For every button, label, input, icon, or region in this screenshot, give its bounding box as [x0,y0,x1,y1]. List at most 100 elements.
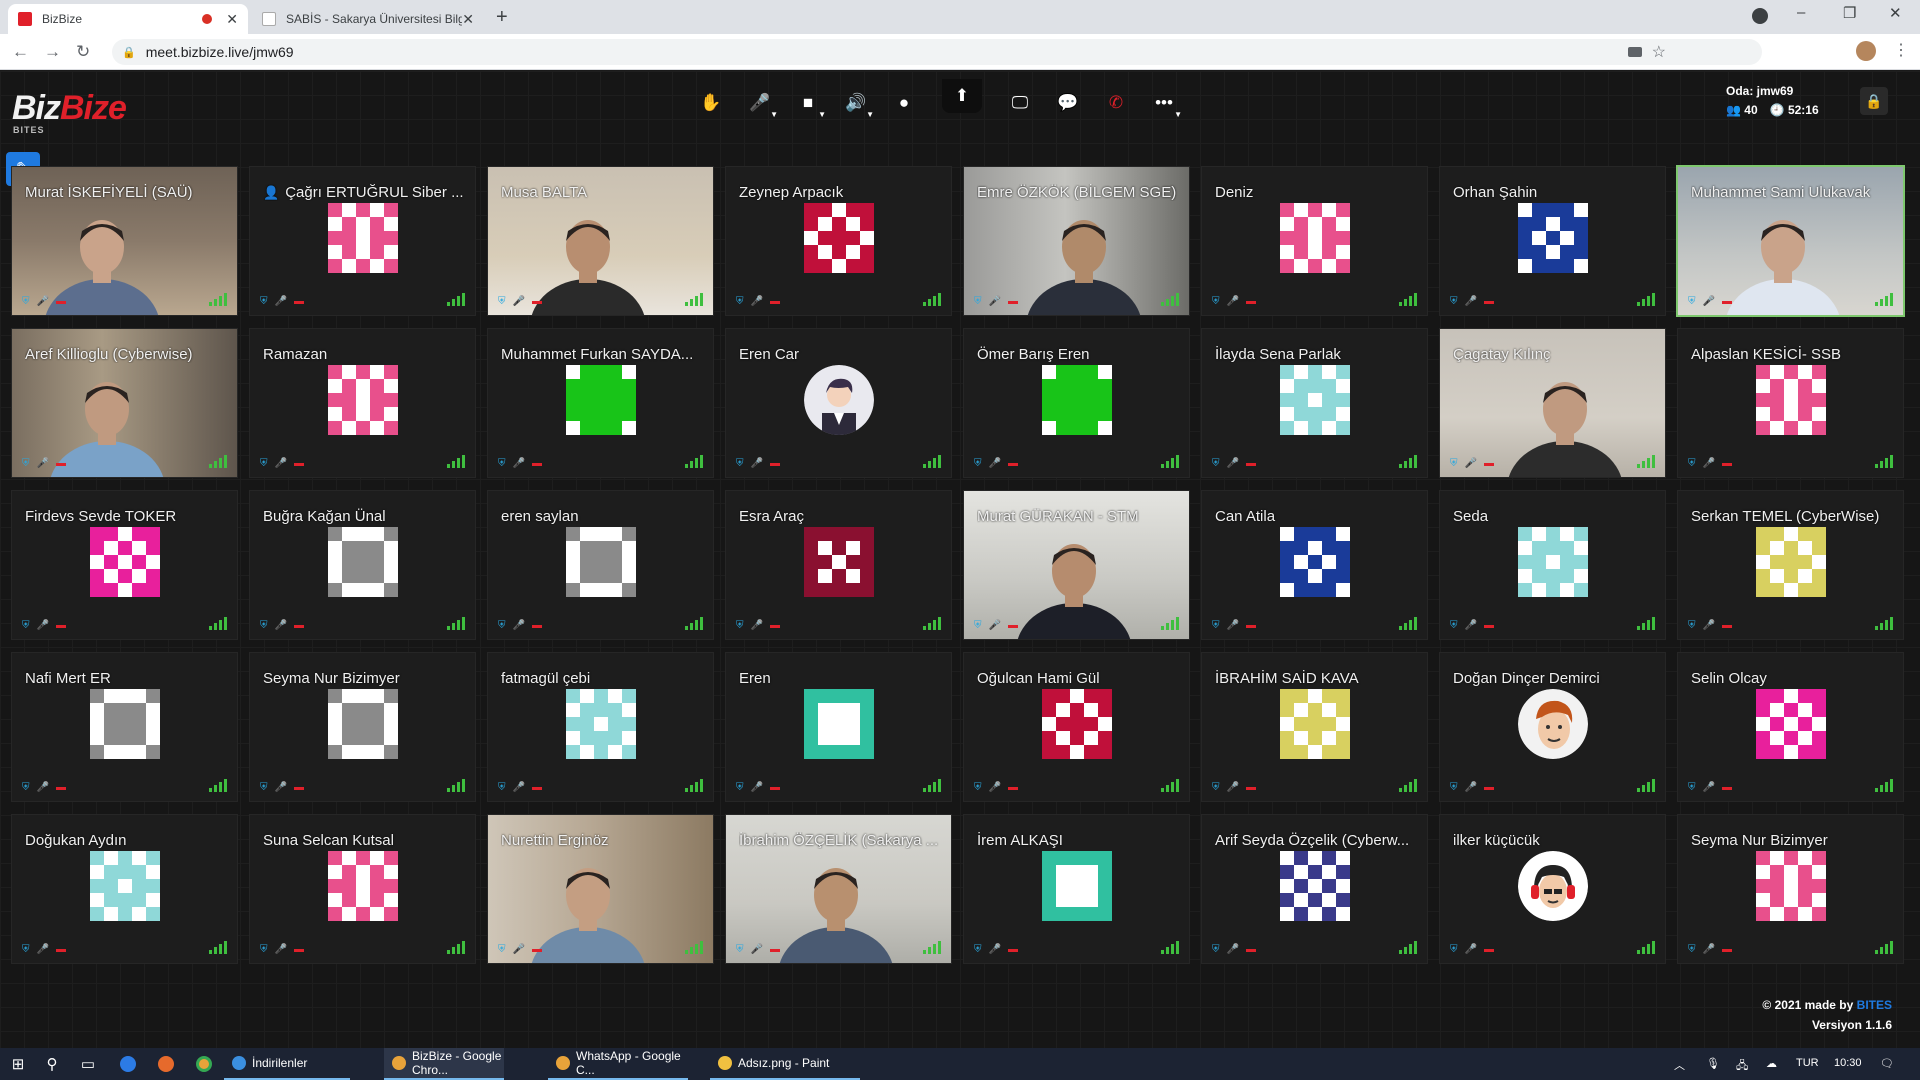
participant-tile[interactable]: Buğra Kağan Ünal ⛨ 🎤 ▬ [249,490,476,640]
mic-off-icon[interactable]: 🎤 [513,296,525,307]
lock-room-button[interactable]: 🔒 [1860,87,1888,115]
tab-bizbize[interactable]: BizBize ✕ [8,4,248,34]
camera-off-icon[interactable]: ▬ [532,782,542,793]
camera-off-icon[interactable]: ▬ [532,620,542,631]
participant-tile[interactable]: Muhammet Furkan SAYDA... ⛨ 🎤 ▬ [487,328,714,478]
participant-tile[interactable]: Seda ⛨ 🎤 ▬ [1439,490,1666,640]
camera-off-icon[interactable]: ▬ [1722,458,1732,469]
mic-off-icon[interactable]: 🎤 [751,782,763,793]
mic-off-icon[interactable]: 🎤 [989,296,1001,307]
participant-tile[interactable]: Çagatay Kılınç ⛨ 🎤 ▬ [1439,328,1666,478]
mic-off-icon[interactable]: 🎤 [989,620,1001,631]
mic-off-icon[interactable]: 🎤 [1703,944,1715,955]
mic-off-icon[interactable]: 🎤 [1703,458,1715,469]
participant-tile[interactable]: Nurettin Erginöz ⛨ 🎤 ▬ [487,814,714,964]
url-input[interactable]: 🔒 meet.bizbize.live/jmw69 ☆ [112,39,1762,65]
camera-off-icon[interactable]: ▬ [1246,620,1256,631]
collapse-toolbar-button[interactable]: ⬆ [942,79,982,113]
camera-off-icon[interactable]: ▬ [56,944,66,955]
camera-off-icon[interactable]: ▬ [1722,782,1732,793]
mic-off-icon[interactable]: 🎤 [1703,296,1715,307]
camera-off-icon[interactable]: ▬ [294,782,304,793]
participant-tile[interactable]: Aref Killioglu (Cyberwise) ⛨ 🎤 ▬ [11,328,238,478]
camera-off-icon[interactable]: ▬ [770,782,780,793]
dropdown-caret-icon[interactable]: ▼ [866,110,874,119]
participant-tile[interactable]: Doğukan Aydın ⛨ 🎤 ▬ [11,814,238,964]
taskbar-app[interactable]: Adsız.png - Paint [710,1048,860,1080]
camera-off-icon[interactable]: ▬ [1008,620,1018,631]
tab-close-icon[interactable]: ✕ [462,11,474,28]
participant-tile[interactable]: eren saylan ⛨ 🎤 ▬ [487,490,714,640]
participant-tile[interactable]: Firdevs Sevde TOKER ⛨ 🎤 ▬ [11,490,238,640]
windows-start-icon[interactable]: ⊞ [8,1054,28,1074]
camera-off-icon[interactable]: ▬ [1722,296,1732,307]
mic-off-icon[interactable]: 🎤 [275,944,287,955]
mic-off-icon[interactable]: 🎤 [751,944,763,955]
participant-tile[interactable]: Emre ÖZKÖK (BİLGEM SGE) ⛨ 🎤 ▬ [963,166,1190,316]
mic-off-icon[interactable]: 🎤 [1465,944,1477,955]
maximize-button[interactable]: ❐ [1843,4,1856,22]
taskbar-app[interactable]: BizBize - Google Chro... [384,1048,504,1080]
camera-off-icon[interactable]: ▬ [532,944,542,955]
mic-off-icon[interactable]: 🎤 [275,782,287,793]
participant-tile[interactable]: Murat İSKEFİYELİ (SAÜ) ⛨ 🎤 ▬ [11,166,238,316]
reload-icon[interactable]: ↻ [76,42,90,62]
participant-tile[interactable]: İrem ALKAŞI ⛨ 🎤 ▬ [963,814,1190,964]
camera-off-icon[interactable]: ▬ [1484,782,1494,793]
mic-off-icon[interactable]: 🎤 [1227,944,1239,955]
participant-tile[interactable]: İbrahim ÖZÇELİK (Sakarya ... ⛨ 🎤 ▬ [725,814,952,964]
mic-off-icon[interactable]: 🎤 [989,782,1001,793]
camera-off-icon[interactable]: ▬ [1008,944,1018,955]
network-icon[interactable]: 🖧 [1736,1057,1748,1076]
participant-tile[interactable]: Oğulcan Hami Gül ⛨ 🎤 ▬ [963,652,1190,802]
microphone-icon[interactable]: 🎙 [1706,1057,1720,1070]
camera-button[interactable]: ■ ▼ [788,85,828,121]
firefox-icon[interactable] [156,1054,176,1074]
participant-tile[interactable]: Doğan Dinçer Demirci ⛨ 🎤 ▬ [1439,652,1666,802]
participant-tile[interactable]: Selin Olcay ⛨ 🎤 ▬ [1677,652,1904,802]
mic-off-icon[interactable]: 🎤 [1227,458,1239,469]
mic-off-icon[interactable]: 🎤 [1465,296,1477,307]
taskbar-app[interactable]: WhatsApp - Google C... [548,1048,688,1080]
participant-tile[interactable]: Deniz ⛨ 🎤 ▬ [1201,166,1428,316]
notifications-icon[interactable]: 🗨 [1880,1057,1894,1070]
tab-sabis[interactable]: SABİS - Sakarya Üniversitesi Bilgi ✕ [252,4,484,34]
participant-tile[interactable]: Zeynep Arpacık ⛨ 🎤 ▬ [725,166,952,316]
dropdown-caret-icon[interactable]: ▼ [770,110,778,119]
forward-icon[interactable]: → [44,42,61,62]
participant-tile[interactable]: Orhan Şahin ⛨ 🎤 ▬ [1439,166,1666,316]
mic-off-icon[interactable]: 🎤 [1227,296,1239,307]
participant-tile[interactable]: Nafi Mert ER ⛨ 🎤 ▬ [11,652,238,802]
participant-tile[interactable]: Serkan TEMEL (CyberWise) ⛨ 🎤 ▬ [1677,490,1904,640]
mic-off-icon[interactable]: 🎤 [989,458,1001,469]
mic-muted-button[interactable]: 🎤 ▼ [740,85,780,121]
camera-off-icon[interactable]: ▬ [1484,944,1494,955]
camera-off-icon[interactable]: ▬ [532,296,542,307]
camera-off-icon[interactable]: ▬ [770,458,780,469]
mic-off-icon[interactable]: 🎤 [1465,620,1477,631]
browser-menu-icon[interactable]: ⋮ [1893,40,1909,60]
mic-off-icon[interactable]: 🎤 [37,458,49,469]
participant-tile[interactable]: Eren ⛨ 🎤 ▬ [725,652,952,802]
language-indicator[interactable]: TUR [1796,1057,1819,1069]
camera-off-icon[interactable]: ▬ [1246,458,1256,469]
participant-tile[interactable]: Murat GÜRAKAN - STM ⛨ 🎤 ▬ [963,490,1190,640]
camera-off-icon[interactable]: ▬ [56,620,66,631]
speaker-button[interactable]: 🔊 ▼ [836,85,876,121]
edge-icon[interactable] [118,1054,138,1074]
camera-off-icon[interactable]: ▬ [1722,620,1732,631]
credit-brand[interactable]: BITES [1857,998,1892,1012]
participant-tile[interactable]: Ömer Barış Eren ⛨ 🎤 ▬ [963,328,1190,478]
mic-off-icon[interactable]: 🎤 [751,620,763,631]
participant-tile[interactable]: fatmagül çebi ⛨ 🎤 ▬ [487,652,714,802]
share-screen-button[interactable]: 🖵 [1000,85,1040,121]
participant-tile[interactable]: Muhammet Sami Ulukavak ⛨ 🎤 ▬ [1676,165,1905,317]
mic-off-icon[interactable]: 🎤 [1703,620,1715,631]
tray-chevron-icon[interactable]: ︿ [1674,1057,1685,1073]
task-view-icon[interactable]: ▭ [78,1054,98,1074]
camera-off-icon[interactable]: ▬ [56,458,66,469]
camera-off-icon[interactable]: ▬ [294,458,304,469]
camera-off-icon[interactable]: ▬ [56,782,66,793]
mic-off-icon[interactable]: 🎤 [275,458,287,469]
camera-off-icon[interactable]: ▬ [294,620,304,631]
